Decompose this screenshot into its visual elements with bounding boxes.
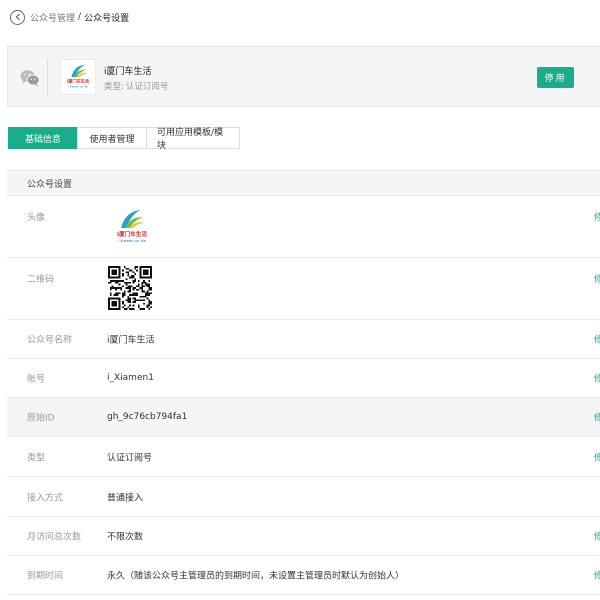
edit-expiry-link[interactable]: 修 bbox=[594, 569, 600, 582]
settings-row-qrcode: 二维码 修 bbox=[7, 258, 600, 320]
edit-account-link[interactable]: 修 bbox=[594, 372, 600, 385]
brand-logo-icon: i厦门车生活 i Xiamen car life bbox=[67, 64, 90, 88]
tab-user-management[interactable]: 使用者管理 bbox=[77, 127, 147, 149]
row-label: 接入方式 bbox=[27, 493, 64, 503]
settings-row-monthly-visits: 月访问总次数 不限次数 修 bbox=[7, 517, 600, 556]
disable-button[interactable]: 停用 bbox=[537, 67, 574, 88]
settings-row-expiry: 到期时间 永久（随该公众号主管理员的到期时间，未设置主管理员时默认为创始人） 修 bbox=[7, 556, 600, 595]
qr-code bbox=[108, 266, 152, 310]
breadcrumb-separator: / bbox=[78, 12, 82, 22]
logo-main-text: i厦门车生活 bbox=[117, 230, 147, 238]
row-label: 帐号 bbox=[27, 374, 46, 385]
edit-type-link[interactable]: 修 bbox=[594, 450, 600, 463]
account-type: 类型: 认证订阅号 bbox=[104, 80, 168, 92]
edit-qrcode-link[interactable]: 修 bbox=[594, 272, 600, 285]
account-type-label: 类型: bbox=[104, 82, 124, 92]
row-value: i_Xiamen1 bbox=[107, 373, 154, 383]
row-value: i厦门车生活 bbox=[107, 335, 155, 346]
row-value: 永久（随该公众号主管理员的到期时间，未设置主管理员时默认为创始人） bbox=[107, 571, 405, 582]
edit-original-id-link[interactable]: 修 bbox=[594, 411, 600, 424]
row-label: 二维码 bbox=[27, 275, 55, 285]
account-name: i厦门车生活 bbox=[104, 67, 152, 77]
edit-name-link[interactable]: 修 bbox=[594, 333, 600, 346]
row-value: 普通接入 bbox=[107, 493, 144, 503]
breadcrumb-parent-link[interactable]: 公众号管理 bbox=[30, 11, 75, 24]
account-card: i厦门车生活 i Xiamen car life i厦门车生活 类型: 认证订阅号… bbox=[7, 46, 600, 107]
qr-code-icon bbox=[108, 266, 152, 310]
breadcrumb: 公众号管理 / 公众号设置 bbox=[10, 8, 129, 26]
row-label: 公众号名称 bbox=[27, 335, 73, 346]
logo-sub-text: i Xiamen car life bbox=[68, 85, 88, 88]
tab-available-modules[interactable]: 可用应用模板/模块 bbox=[146, 127, 240, 151]
chevron-left-icon bbox=[15, 13, 20, 21]
row-label: 月访问总次数 bbox=[27, 532, 82, 543]
avatar: i厦门车生活 i Xiamen car life bbox=[107, 204, 157, 250]
row-value: 认证订阅号 bbox=[107, 453, 153, 463]
row-label: 原始ID bbox=[27, 413, 55, 424]
edit-monthly-visits-link[interactable]: 修 bbox=[594, 530, 600, 543]
logo-sub-text: i Xiamen car life bbox=[118, 239, 146, 243]
row-value: 不限次数 bbox=[107, 532, 144, 543]
row-label: 类型 bbox=[27, 453, 46, 463]
card-divider bbox=[47, 59, 48, 97]
tab-bar: 基础信息 使用者管理 可用应用模板/模块 bbox=[8, 127, 240, 151]
edit-avatar-link[interactable]: 修 bbox=[594, 210, 600, 223]
wechat-icon bbox=[20, 70, 40, 86]
logo-main-text: i厦门车生活 bbox=[67, 78, 90, 84]
row-label: 头像 bbox=[27, 213, 46, 223]
row-label: 到期时间 bbox=[27, 571, 64, 582]
settings-row-original-id: 原始ID gh_9c76cb794fa1 修 bbox=[7, 398, 600, 437]
section-title: 公众号设置 bbox=[7, 170, 600, 196]
back-button[interactable] bbox=[10, 9, 25, 25]
account-logo: i厦门车生活 i Xiamen car life bbox=[60, 59, 96, 95]
settings-row-name: 公众号名称 i厦门车生活 修 bbox=[7, 320, 600, 359]
settings-row-type: 类型 认证订阅号 修 bbox=[7, 437, 600, 477]
account-settings-section: 公众号设置 头像 i厦门车生活 i Xiamen car life 修 二维码 … bbox=[7, 170, 600, 595]
tab-basic-info[interactable]: 基础信息 bbox=[8, 127, 78, 149]
account-type-value: 认证订阅号 bbox=[125, 82, 169, 92]
breadcrumb-current: 公众号设置 bbox=[84, 13, 130, 24]
settings-row-avatar: 头像 i厦门车生活 i Xiamen car life 修 bbox=[7, 196, 600, 258]
settings-row-access-method: 接入方式 普通接入 bbox=[7, 477, 600, 517]
row-value: gh_9c76cb794fa1 bbox=[107, 412, 188, 422]
brand-logo-icon: i厦门车生活 i Xiamen car life bbox=[117, 210, 147, 243]
settings-row-account: 帐号 i_Xiamen1 修 bbox=[7, 359, 600, 398]
